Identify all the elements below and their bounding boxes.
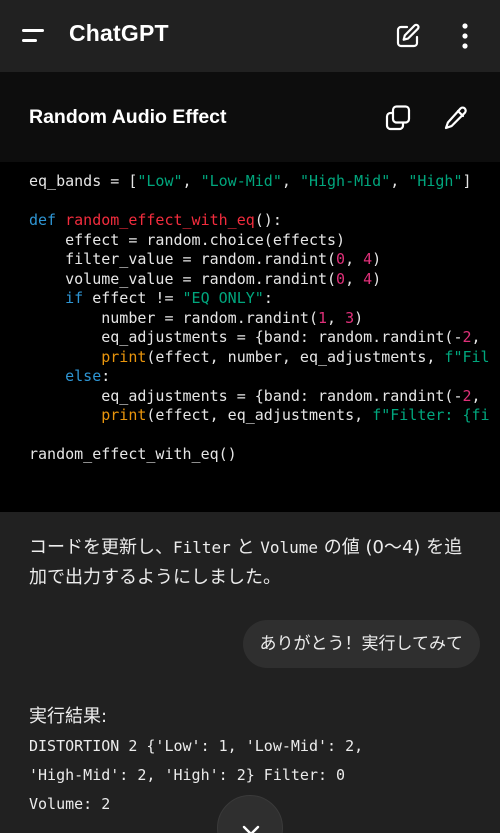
user-message-bubble: ありがとう！実行してみて — [242, 620, 480, 668]
code-line: volume_value = random.randint(0, 4) — [29, 269, 382, 288]
pencil-icon[interactable] — [442, 104, 470, 132]
code-keyword: def — [29, 211, 57, 229]
code-line: def random_effect_with_eq(): — [29, 211, 282, 229]
copy-icon[interactable] — [384, 104, 412, 132]
code-string: "High-Mid" — [299, 172, 391, 190]
code-line: eq_adjustments = {band: random.randint(-… — [29, 328, 481, 346]
code-line: if effect != "EQ ONLY": — [65, 289, 273, 307]
code-number: 4 — [363, 269, 373, 288]
code-line: eq_adjustments = {band: random.randint(-… — [29, 386, 481, 405]
edit-icon[interactable] — [394, 22, 422, 50]
code-line: effect = random.choice(effects) — [29, 230, 346, 249]
code-keyword: else — [65, 367, 102, 385]
code-number: 2 — [462, 386, 472, 405]
message-text: コードを更新し、 — [29, 537, 173, 558]
code-number: 1 — [317, 308, 328, 327]
code-number: 2 — [462, 328, 472, 346]
code-line: print(effect, eq_adjustments, f"Filter: … — [101, 406, 490, 424]
chevron-down-icon — [242, 825, 260, 833]
inline-code: Filter — [173, 538, 231, 557]
code-line: random_effect_with_eq() — [29, 445, 237, 463]
code-block: Random Audio Effect eq_bands = ["Low", "… — [0, 72, 500, 512]
code-string: "High" — [408, 172, 463, 190]
code-block-header: Random Audio Effect — [0, 72, 500, 162]
code-string: "Low" — [137, 172, 183, 190]
app-title: ChatGPT — [69, 20, 169, 46]
code-builtin: print — [101, 347, 147, 366]
code-block-title: Random Audio Effect — [29, 106, 227, 128]
inline-code: Volume — [260, 538, 319, 557]
message-text: と — [230, 537, 261, 558]
code-string: f"Filter: {fi — [372, 406, 490, 424]
menu-icon[interactable] — [22, 24, 48, 48]
code-builtin: print — [101, 406, 147, 424]
code-number: 4 — [363, 250, 373, 268]
code-string: "EQ ONLY" — [182, 289, 264, 307]
code-content: eq_bands = ["Low", "Low-Mid", "High-Mid"… — [29, 172, 490, 465]
code-line: filter_value = random.randint(0, 4) — [29, 250, 382, 268]
code-function-name: random_effect_with_eq — [65, 211, 255, 229]
code-number: 0 — [336, 269, 346, 288]
top-app-bar: ChatGPT — [0, 0, 500, 72]
code-number: 0 — [336, 250, 346, 268]
code-line: number = random.randint(1, 3) — [29, 308, 364, 327]
code-line: print(effect, number, eq_adjustments, f"… — [101, 347, 490, 366]
result-label: 実行結果: — [29, 706, 108, 727]
assistant-message: コードを更新し、Filter と Volume の値 (0〜4) を追加で出力す… — [29, 533, 479, 593]
code-string: "Low-Mid" — [200, 172, 282, 190]
more-vertical-icon[interactable] — [458, 22, 472, 50]
code-line: eq_bands = ["Low", "Low-Mid", "High-Mid"… — [29, 172, 472, 190]
code-line: else: — [65, 367, 111, 385]
code-keyword: if — [65, 289, 84, 307]
code-number: 3 — [345, 308, 355, 327]
code-string: f"Fil — [444, 347, 490, 366]
